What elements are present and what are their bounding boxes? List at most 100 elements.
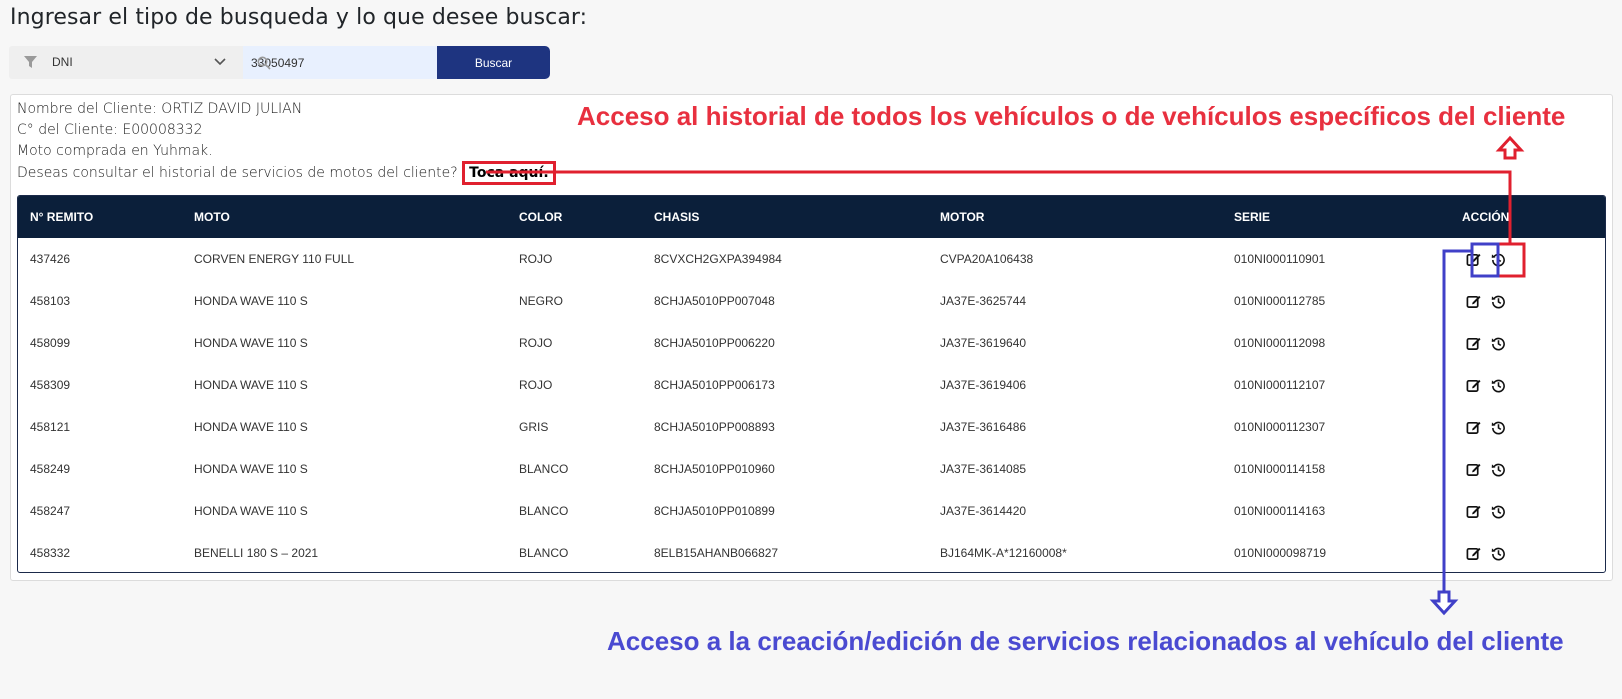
cell-accion [1450, 532, 1605, 572]
cell-serie: 010NI000114158 [1234, 462, 1326, 476]
edit-icon[interactable] [1466, 336, 1481, 351]
cell-motor: JA37E-3614420 [940, 504, 1027, 518]
cell-motor: JA37E-3619640 [940, 336, 1027, 350]
cell-accion [1450, 364, 1605, 406]
search-icon [257, 56, 271, 70]
col-moto: MOTO [194, 210, 230, 224]
cell-color: ROJO [519, 252, 553, 266]
history-icon[interactable] [1491, 462, 1506, 477]
col-motor: MOTOR [940, 210, 985, 224]
col-chasis: CHASIS [654, 210, 700, 224]
cell-chasis: 8ELB15AHANB066827 [654, 546, 779, 560]
cell-remito: 458247 [30, 504, 71, 518]
edit-icon[interactable] [1466, 294, 1481, 309]
cell-moto: HONDA WAVE 110 S [194, 294, 308, 308]
table-row: 458249 HONDA WAVE 110 S BLANCO 8CHJA5010PP0… [18, 448, 1605, 490]
cell-motor: JA37E-3614085 [940, 462, 1027, 476]
cell-moto: HONDA WAVE 110 S [194, 504, 308, 518]
row-actions [1462, 462, 1605, 477]
edit-icon[interactable] [1466, 252, 1481, 267]
client-name: Nombre del Cliente: ORTIZ DAVID JULIAN [17, 101, 303, 117]
history-icon[interactable] [1491, 378, 1506, 393]
client-purchase-note: Moto comprada en Yuhmak. [17, 143, 213, 159]
table-row: 458099 HONDA WAVE 110 S ROJO 8CHJA5010PP006… [18, 322, 1605, 364]
cell-moto: CORVEN ENERGY 110 FULL [194, 252, 355, 266]
client-code: C° del Cliente: E00008332 [17, 122, 203, 138]
cell-chasis: 8CHJA5010PP010960 [654, 462, 775, 476]
cell-remito: 458099 [30, 336, 71, 350]
edit-annotation: Acceso a la creación/edición de servicio… [607, 626, 1564, 656]
edit-icon[interactable] [1466, 546, 1481, 561]
cell-accion [1450, 238, 1605, 280]
cell-remito: 437426 [30, 252, 71, 266]
cell-remito: 458121 [30, 420, 71, 434]
arrow-down-icon [1429, 590, 1459, 616]
row-actions [1462, 504, 1605, 519]
cell-color: NEGRO [519, 294, 564, 308]
edit-icon[interactable] [1466, 504, 1481, 519]
cell-remito: 458249 [30, 462, 71, 476]
cell-serie: 010NI000112307 [1234, 420, 1326, 434]
cell-remito: 458332 [30, 546, 71, 560]
cell-moto: HONDA WAVE 110 S [194, 336, 308, 350]
history-icon[interactable] [1491, 294, 1506, 309]
cell-color: ROJO [519, 378, 553, 392]
table-row: 458332 BENELLI 180 S – 2021 BLANCO 8ELB15AH… [18, 532, 1605, 572]
history-link[interactable]: Toca aquí. [462, 161, 556, 185]
col-remito: N° REMITO [30, 210, 94, 224]
cell-chasis: 8CVXCH2GXPA394984 [654, 252, 782, 266]
filter-icon [24, 56, 37, 68]
table-header-row: N° REMITO MOTO COLOR CHASIS MOTOR SERIE … [18, 196, 1605, 238]
search-type-select[interactable]: DNI [9, 46, 271, 79]
table-row: 458103 HONDA WAVE 110 S NEGRO 8CHJA5010PP00… [18, 280, 1605, 322]
col-accion: ACCIÓN [1462, 210, 1510, 224]
cell-remito: 458103 [30, 294, 71, 308]
cell-accion [1450, 490, 1605, 532]
cell-accion [1450, 448, 1605, 490]
history-icon[interactable] [1491, 252, 1506, 267]
edit-icon[interactable] [1466, 378, 1481, 393]
cell-serie: 010NI000112107 [1234, 378, 1326, 392]
row-actions [1462, 546, 1605, 561]
table-row: 437426 CORVEN ENERGY 110 FULL ROJO 8CVXCH2G… [18, 238, 1605, 280]
col-serie: SERIE [1234, 210, 1271, 224]
history-icon[interactable] [1491, 420, 1506, 435]
search-input[interactable] [243, 46, 437, 79]
cell-chasis: 8CHJA5010PP006173 [654, 378, 775, 392]
edit-icon[interactable] [1466, 462, 1481, 477]
history-annotation: Acceso al historial de todos los vehícul… [577, 101, 1566, 131]
page-title: Ingresar el tipo de busqueda y lo que de… [10, 5, 588, 30]
vehicles-table: N° REMITO MOTO COLOR CHASIS MOTOR SERIE … [17, 195, 1606, 573]
search-button[interactable]: Buscar [437, 46, 550, 79]
cell-chasis: 8CHJA5010PP010899 [654, 504, 775, 518]
cell-moto: HONDA WAVE 110 S [194, 378, 308, 392]
history-icon[interactable] [1491, 546, 1506, 561]
cell-serie: 010NI000112785 [1234, 294, 1326, 308]
row-actions [1462, 252, 1605, 267]
cell-color: GRIS [519, 420, 549, 434]
cell-remito: 458309 [30, 378, 71, 392]
cell-serie: 010NI000112098 [1234, 336, 1326, 350]
history-prompt-line: Deseas consultar el historial de servici… [17, 161, 556, 185]
cell-color: BLANCO [519, 462, 569, 476]
table-row: 458121 HONDA WAVE 110 S GRIS 8CHJA5010PP008… [18, 406, 1605, 448]
cell-moto: HONDA WAVE 110 S [194, 420, 308, 434]
col-color: COLOR [519, 210, 563, 224]
history-prompt-text: Deseas consultar el historial de servici… [17, 165, 458, 181]
cell-accion [1450, 280, 1605, 322]
cell-color: ROJO [519, 336, 553, 350]
cell-serie: 010NI000114163 [1234, 504, 1326, 518]
history-icon[interactable] [1491, 336, 1506, 351]
cell-chasis: 8CHJA5010PP006220 [654, 336, 775, 350]
cell-chasis: 8CHJA5010PP007048 [654, 294, 775, 308]
cell-accion [1450, 406, 1605, 448]
history-icon[interactable] [1491, 504, 1506, 519]
search-bar: DNI Buscar [9, 46, 570, 79]
edit-icon[interactable] [1466, 420, 1481, 435]
table-row: 458309 HONDA WAVE 110 S ROJO 8CHJA5010PP006… [18, 364, 1605, 406]
cell-color: BLANCO [519, 546, 569, 560]
cell-motor: JA37E-3619406 [940, 378, 1027, 392]
table-row: 458247 HONDA WAVE 110 S BLANCO 8CHJA5010PP0… [18, 490, 1605, 532]
cell-moto: HONDA WAVE 110 S [194, 462, 308, 476]
cell-motor: JA37E-3616486 [940, 420, 1027, 434]
